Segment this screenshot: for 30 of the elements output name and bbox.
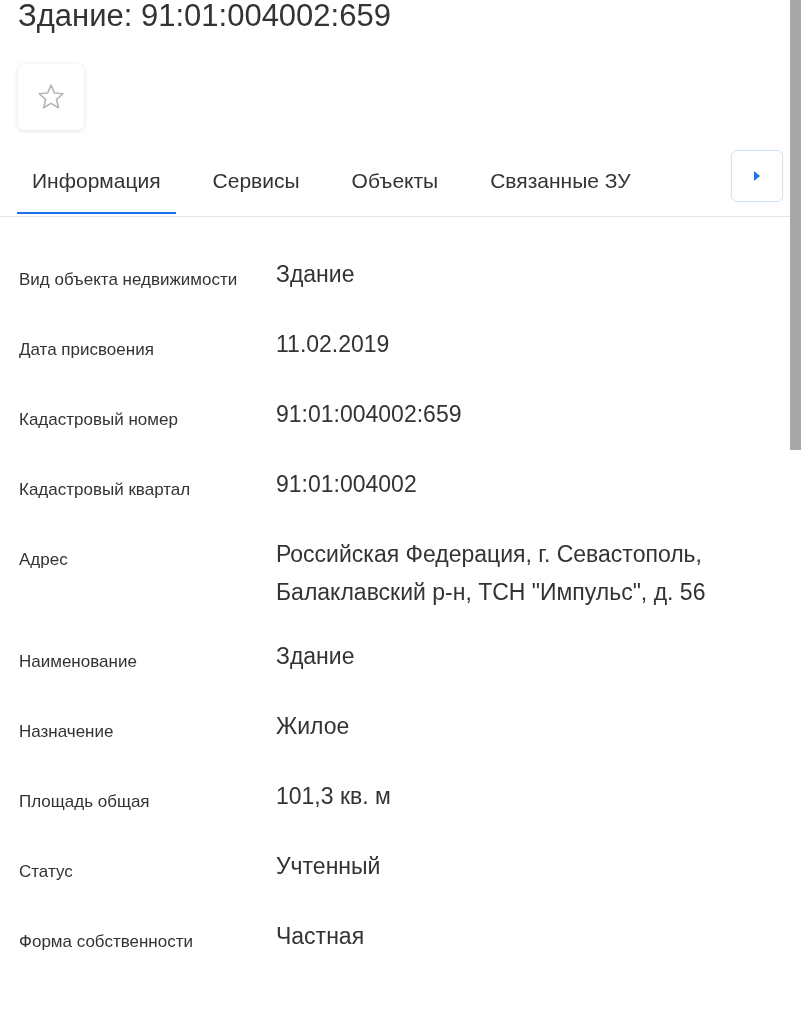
tab[interactable]: Сервисы [197,152,315,214]
tab[interactable]: Связанные ЗУ [475,152,646,214]
caret-icon [753,170,761,182]
page-title: Здание: 91:01:004002:659 [17,0,392,34]
field-label: Дата присвоения [19,339,155,361]
field-value: 91:01:004002 [276,470,418,499]
field-value: 91:01:004002:659 [276,400,463,429]
field-label: Площадь общая [19,791,151,813]
field-value: Здание [276,642,356,671]
field-label: Назначение [19,721,115,743]
tab[interactable]: Объекты [336,152,454,214]
field-label: Адрес [19,549,69,571]
field-value: Жилое [276,712,351,741]
field-label: Вид объекта недвижимости [19,269,239,291]
favorite-button[interactable] [18,64,84,130]
field-value: 101,3 кв. м [276,782,392,811]
field-value: Здание [276,260,356,289]
tab[interactable]: Информация [17,152,176,214]
field-value: Частная [276,922,366,951]
field-label: Кадастровый квартал [19,479,192,501]
field-value: 11.02.2019 [276,330,391,359]
field-value: Учтенный [276,852,382,881]
star-icon [36,82,66,112]
field-label: Статус [19,861,74,883]
scrollbar[interactable] [790,0,801,450]
field-label: Форма собственности [19,931,194,953]
scroll-right-button[interactable] [731,150,783,202]
field-label: Кадастровый номер [19,409,179,431]
field-value: Российская Федерация, г. Севастополь, Балаклавский р-н, ТСН "Импульс", д. 56 [276,540,707,607]
field-label: Наименование [19,651,138,673]
